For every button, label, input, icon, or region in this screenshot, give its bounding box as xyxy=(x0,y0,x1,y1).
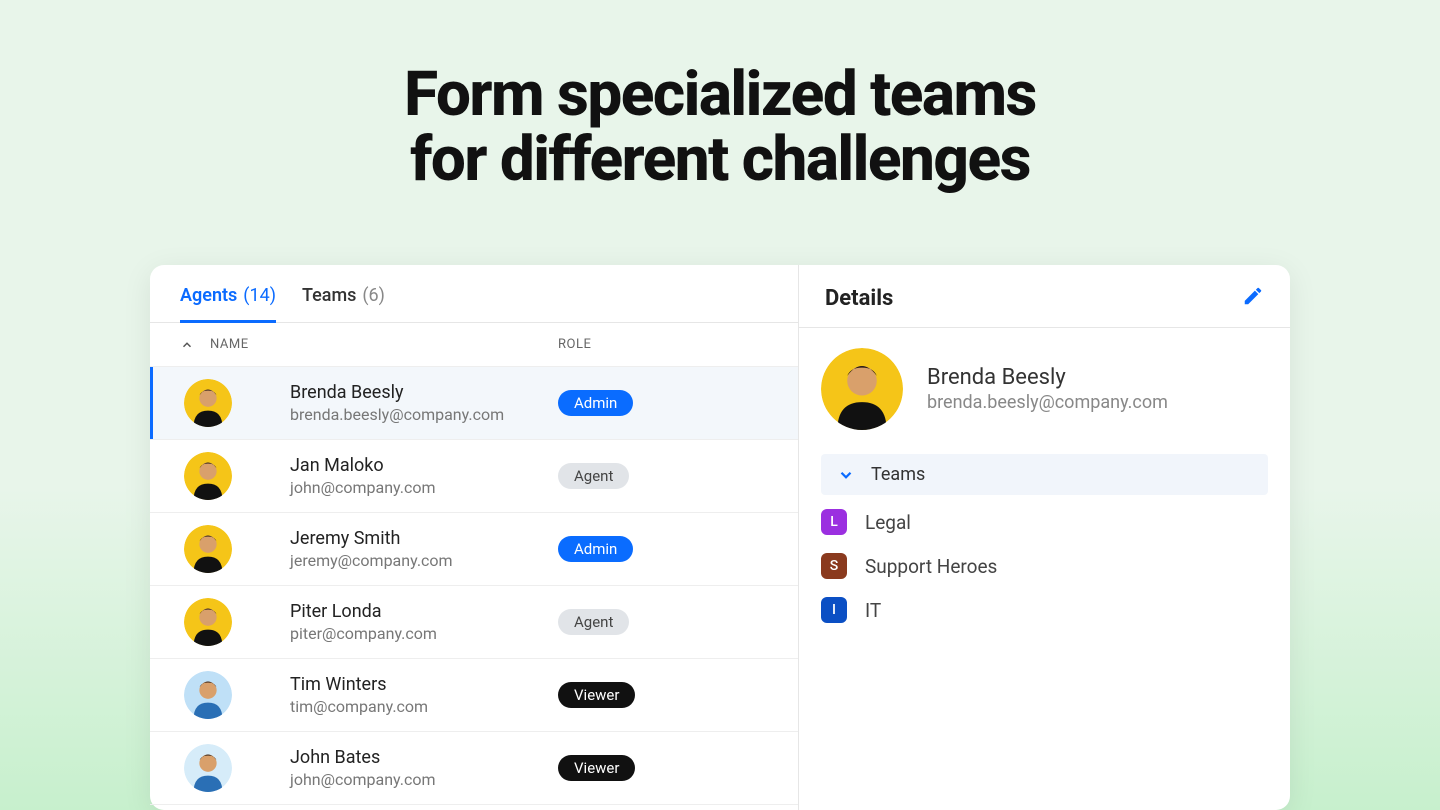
agent-email: tim@company.com xyxy=(290,697,558,716)
hero-title: Form specialized teams for different cha… xyxy=(0,0,1440,192)
role-badge: Agent xyxy=(558,609,629,635)
team-name: IT xyxy=(865,599,881,622)
chevron-down-icon xyxy=(837,466,855,484)
edit-button[interactable] xyxy=(1242,285,1264,311)
team-chip: I xyxy=(821,597,847,623)
team-chip: L xyxy=(821,509,847,535)
details-title: Details xyxy=(825,286,893,311)
tab-agents[interactable]: Agents (14) xyxy=(180,285,276,323)
agent-name: Piter Londa xyxy=(290,601,558,622)
table-row[interactable]: Piter Londa piter@company.com Agent xyxy=(150,586,798,659)
teams-list: L Legal S Support Heroes I IT xyxy=(799,495,1290,637)
agent-email: piter@company.com xyxy=(290,624,558,643)
avatar xyxy=(184,379,232,427)
avatar xyxy=(184,525,232,573)
tab-teams[interactable]: Teams (6) xyxy=(302,285,385,322)
team-name: Support Heroes xyxy=(865,555,997,578)
sort-name[interactable]: NAME xyxy=(180,337,290,352)
tab-teams-label: Teams xyxy=(302,285,356,306)
avatar xyxy=(184,452,232,500)
role-badge: Admin xyxy=(558,390,633,416)
col-role: ROLE xyxy=(558,337,768,352)
agent-name: Brenda Beesly xyxy=(290,382,558,403)
tab-agents-count: (14) xyxy=(243,285,276,306)
table-row[interactable]: Tim Winters tim@company.com Viewer xyxy=(150,659,798,732)
agent-name: Jeremy Smith xyxy=(290,528,558,549)
tab-teams-count: (6) xyxy=(362,285,385,306)
pencil-icon xyxy=(1242,285,1264,307)
agent-name: Tim Winters xyxy=(290,674,558,695)
agent-email: jeremy@company.com xyxy=(290,551,558,570)
agent-email: brenda.beesly@company.com xyxy=(290,405,558,424)
team-item[interactable]: S Support Heroes xyxy=(821,553,1268,579)
table-row[interactable]: John Bates john@company.com Viewer xyxy=(150,732,798,805)
details-header: Details xyxy=(799,265,1290,328)
card: Agents (14) Teams (6) NAME ROLE Brenda B… xyxy=(150,265,1290,810)
hero-line-2: for different challenges xyxy=(0,127,1440,192)
role-badge: Agent xyxy=(558,463,629,489)
role-badge: Admin xyxy=(558,536,633,562)
col-name: NAME xyxy=(210,337,249,352)
avatar xyxy=(184,598,232,646)
team-item[interactable]: L Legal xyxy=(821,509,1268,535)
person-email: brenda.beesly@company.com xyxy=(927,392,1168,413)
agents-pane: Agents (14) Teams (6) NAME ROLE Brenda B… xyxy=(150,265,799,810)
table-row[interactable]: Jan Maloko john@company.com Agent xyxy=(150,440,798,513)
agent-name: Jan Maloko xyxy=(290,455,558,476)
agent-email: john@company.com xyxy=(290,770,558,789)
role-badge: Viewer xyxy=(558,755,635,781)
avatar xyxy=(184,744,232,792)
team-chip: S xyxy=(821,553,847,579)
column-headers: NAME ROLE xyxy=(150,323,798,367)
table-row[interactable]: Brenda Beesly brenda.beesly@company.com … xyxy=(150,367,798,440)
tab-agents-label: Agents xyxy=(180,285,237,306)
avatar xyxy=(184,671,232,719)
chevron-up-icon xyxy=(180,338,194,352)
details-pane: Details Brenda Beesly brenda.beesly@comp… xyxy=(799,265,1290,810)
team-item[interactable]: I IT xyxy=(821,597,1268,623)
teams-header-label: Teams xyxy=(871,464,925,485)
role-badge: Viewer xyxy=(558,682,635,708)
selected-person: Brenda Beesly brenda.beesly@company.com xyxy=(799,328,1290,454)
agents-list: Brenda Beesly brenda.beesly@company.com … xyxy=(150,367,798,805)
table-row[interactable]: Jeremy Smith jeremy@company.com Admin xyxy=(150,513,798,586)
tabs: Agents (14) Teams (6) xyxy=(150,265,798,323)
agent-name: John Bates xyxy=(290,747,558,768)
hero-line-1: Form specialized teams xyxy=(0,62,1440,127)
team-name: Legal xyxy=(865,511,911,534)
person-name: Brenda Beesly xyxy=(927,365,1168,390)
teams-accordion[interactable]: Teams xyxy=(821,454,1268,495)
agent-email: john@company.com xyxy=(290,478,558,497)
avatar xyxy=(821,348,903,430)
